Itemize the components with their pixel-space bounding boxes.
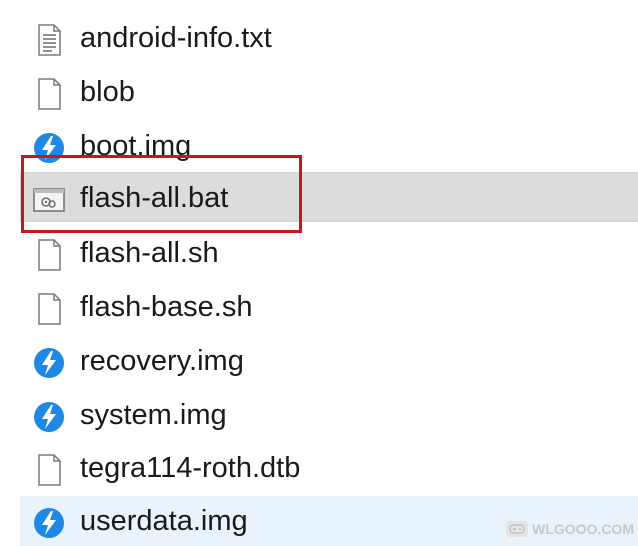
file-name: flash-all.sh: [80, 237, 219, 269]
file-name: android-info.txt: [80, 22, 272, 54]
red-highlight-box: [21, 155, 302, 233]
blank-file-icon: [32, 77, 66, 111]
file-name: system.img: [80, 399, 227, 431]
file-row-tegra114-roth-dtb[interactable]: tegra114-roth.dtb: [20, 443, 638, 493]
flash-image-icon: [32, 400, 66, 434]
file-row-recovery-img[interactable]: recovery.img: [20, 336, 638, 386]
blank-file-icon: [32, 238, 66, 272]
watermark: WLGOOO.COM: [506, 516, 634, 542]
gamepad-icon: [506, 521, 529, 537]
file-name: recovery.img: [80, 345, 244, 377]
text-file-icon: [32, 23, 66, 57]
watermark-text: WLGOOO.COM: [532, 521, 634, 537]
file-row-android-info[interactable]: android-info.txt: [20, 13, 638, 63]
file-name: blob: [80, 76, 135, 108]
flash-image-icon: [32, 506, 66, 540]
file-name: userdata.img: [80, 505, 248, 537]
file-name: tegra114-roth.dtb: [80, 452, 301, 484]
file-list: android-info.txt blob boot.img flash-all…: [0, 0, 638, 546]
file-name: flash-base.sh: [80, 291, 253, 323]
file-row-flash-all-sh[interactable]: flash-all.sh: [20, 228, 638, 278]
file-row-system-img[interactable]: system.img: [20, 390, 638, 440]
flash-image-icon: [32, 346, 66, 380]
file-row-flash-base-sh[interactable]: flash-base.sh: [20, 282, 638, 332]
blank-file-icon: [32, 453, 66, 487]
blank-file-icon: [32, 292, 66, 326]
file-row-blob[interactable]: blob: [20, 67, 638, 117]
